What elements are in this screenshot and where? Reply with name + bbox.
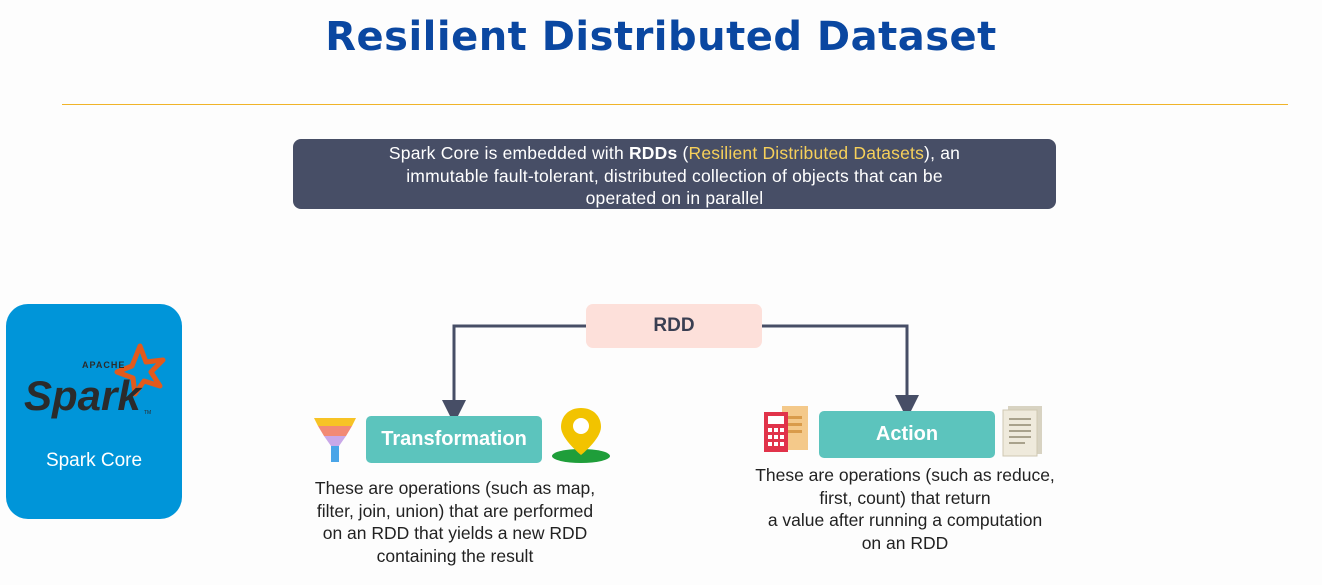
transformation-line-4: containing the result [376,545,534,566]
calculator-document-icon [764,406,808,452]
transformation-line-3: on an RDD that yields a new RDD [322,523,588,543]
action-line-3: a value after running a computation [767,510,1043,530]
action-node: Action [819,411,995,458]
map-pin-icon [552,408,610,463]
rdd-node: RDD [586,304,762,348]
transformation-description: These are operations (such as map, filte… [270,477,640,567]
funnel-icon [314,418,356,462]
action-line-2: first, count) that return [819,487,991,508]
action-line-1: These are operations (such as reduce, [755,465,1055,485]
transformation-node: Transformation [366,416,542,463]
document-icon [1002,406,1042,457]
action-line-4: on an RDD [861,532,949,553]
connector-to-action [762,324,919,419]
connector-lines [442,324,919,424]
transformation-line-2: filter, join, union) that are performed [316,500,594,521]
connector-to-transformation [442,324,586,424]
action-description: These are operations (such as reduce, fi… [720,464,1090,554]
transformation-line-1: These are operations (such as map, [314,478,596,498]
